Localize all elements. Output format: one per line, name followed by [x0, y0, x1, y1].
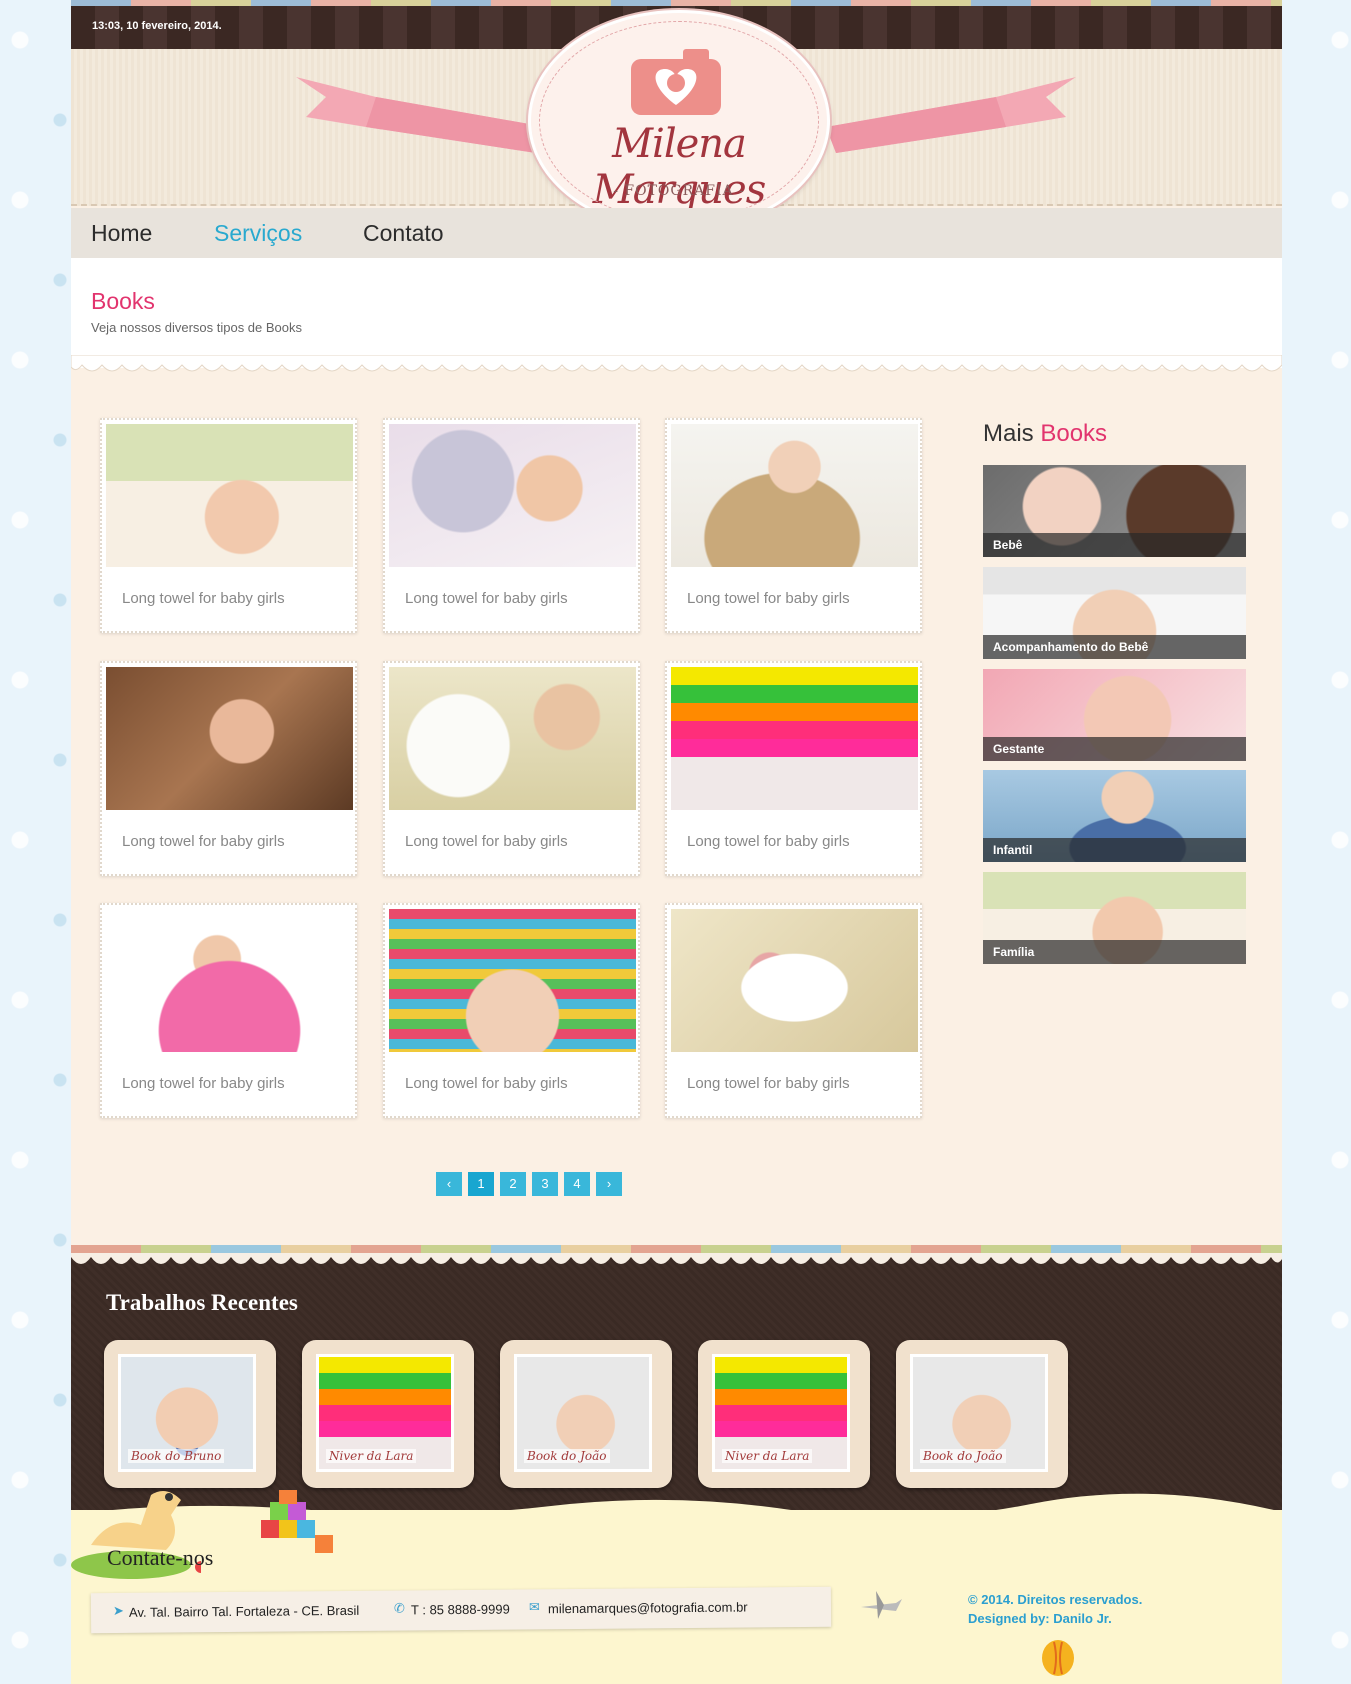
footer-copyright: © 2014. Direitos reservados.: [968, 1592, 1143, 1607]
gallery-photo-baby-with-white-bear[interactable]: [389, 667, 636, 810]
logo-name: Milena Marques: [592, 121, 767, 213]
contact-email[interactable]: milenamarques@fotografia.com.br: [548, 1599, 748, 1616]
sidebar-title-accent: Books: [1040, 420, 1108, 447]
gallery-card[interactable]: Long towel for baby girls: [383, 903, 640, 1118]
recent-work-caption: Niver da Lara: [326, 1449, 417, 1463]
recent-work-caption: Book do João: [524, 1449, 610, 1463]
nav-home[interactable]: Home: [91, 220, 152, 247]
gallery-caption: Long towel for baby girls: [687, 590, 850, 607]
page-header: Books Veja nossos diversos tipos de Book…: [71, 258, 1282, 368]
phone-icon: ✆: [393, 1601, 405, 1617]
gallery-photo-girl-with-plush[interactable]: [389, 424, 636, 567]
gallery-photo-baby-in-basket[interactable]: [671, 424, 918, 567]
pagination-page-4[interactable]: 4: [564, 1172, 590, 1196]
pagination-page-3[interactable]: 3: [532, 1172, 558, 1196]
ribbon-right-decoration: [826, 77, 1076, 153]
gallery-photo-stacking-rings[interactable]: [671, 667, 918, 810]
footer-designer: Designed by: Danilo Jr.: [968, 1611, 1112, 1626]
gallery-caption: Long towel for baby girls: [122, 833, 285, 850]
sidebar-item-bebe[interactable]: Bebê: [983, 465, 1246, 557]
footer-scallop: [71, 1253, 1282, 1264]
scallop-divider: [71, 355, 1282, 372]
gallery-card[interactable]: Long towel for baby girls: [665, 418, 922, 633]
page-container: 13:03, 10 fevereiro, 2014. Milena Marque…: [71, 0, 1282, 1684]
sidebar-title: Mais Books: [983, 420, 1107, 448]
gallery-card[interactable]: Long towel for baby girls: [383, 418, 640, 633]
toy-blocks-icon: [261, 1490, 333, 1553]
sidebar-item-label: Bebê: [983, 533, 1246, 557]
gallery-card[interactable]: Long towel for baby girls: [665, 661, 922, 876]
gallery-caption: Long towel for baby girls: [405, 1075, 568, 1092]
ribbon-left-decoration: [296, 77, 546, 153]
sidebar-item-label: Família: [983, 940, 1246, 964]
sidebar-item-acompanhamento[interactable]: Acompanhamento do Bebê: [983, 567, 1246, 659]
gallery-caption: Long towel for baby girls: [405, 833, 568, 850]
main-navigation: Home Serviços Contato: [71, 208, 1282, 258]
footer-credits: © 2014. Direitos reservados. Designed by…: [968, 1590, 1142, 1628]
nav-servicos[interactable]: Serviços: [214, 220, 302, 247]
recent-work-caption: Niver da Lara: [722, 1449, 813, 1463]
recent-works-title: Trabalhos Recentes: [106, 1290, 298, 1315]
gallery-card[interactable]: Long towel for baby girls: [665, 903, 922, 1118]
gallery-photo-baby-under-blanket[interactable]: [106, 424, 353, 567]
sidebar-item-familia[interactable]: Família: [983, 872, 1246, 964]
sidebar-item-label: Infantil: [983, 838, 1246, 862]
recent-work-item[interactable]: Niver da Lara: [698, 1340, 870, 1488]
gallery-photo-child-with-teddy-bears[interactable]: [106, 667, 353, 810]
contact-title: Contate-nos: [107, 1545, 214, 1570]
gallery-caption: Long towel for baby girls: [122, 590, 285, 607]
contact-info-bar: ➤ Av. Tal. Bairro Tal. Fortaleza - CE. B…: [90, 1586, 832, 1634]
recent-work-caption: Book do Bruno: [128, 1449, 225, 1463]
gallery-card[interactable]: Long towel for baby girls: [383, 661, 640, 876]
sidebar-item-infantil[interactable]: Infantil: [983, 770, 1246, 862]
recent-work-item[interactable]: Book do Bruno: [104, 1340, 276, 1488]
sidebar-item-gestante[interactable]: Gestante: [983, 669, 1246, 761]
gallery-photo-newborn-in-hammock[interactable]: [671, 909, 918, 1052]
gallery-caption: Long towel for baby girls: [687, 1075, 850, 1092]
contact-address: Av. Tal. Bairro Tal. Fortaleza - CE. Bra…: [128, 1602, 360, 1620]
gallery-caption: Long towel for baby girls: [122, 1075, 285, 1092]
gallery-photo-baby-knit-hat[interactable]: [389, 909, 636, 1052]
page-title: Books: [91, 288, 155, 314]
camera-heart-icon: [631, 49, 721, 115]
pagination-prev[interactable]: ‹: [436, 1172, 462, 1196]
site-logo[interactable]: Milena Marques - FOTOGRAFIA -: [528, 10, 830, 232]
page-subtitle: Veja nossos diversos tipos de Books: [91, 320, 303, 335]
recent-work-item[interactable]: Niver da Lara: [302, 1340, 474, 1488]
toy-airplane-icon: [861, 1591, 902, 1619]
nav-contato[interactable]: Contato: [363, 220, 444, 247]
recent-work-item[interactable]: Book do João: [500, 1340, 672, 1488]
sidebar-item-label: Gestante: [983, 737, 1246, 761]
gallery-card[interactable]: Long towel for baby girls: [100, 903, 357, 1118]
gallery-caption: Long towel for baby girls: [687, 833, 850, 850]
sidebar-item-label: Acompanhamento do Bebê: [983, 635, 1246, 659]
sidebar-title-plain: Mais: [983, 420, 1034, 447]
gallery-caption: Long towel for baby girls: [405, 590, 568, 607]
email-icon: ✉: [528, 1600, 540, 1616]
gallery-photo-girl-on-pink-umbrella[interactable]: [106, 909, 353, 1052]
recent-work-item[interactable]: Book do João: [896, 1340, 1068, 1488]
pagination-page-2[interactable]: 2: [500, 1172, 526, 1196]
logo-subtitle: - FOTOGRAFIA -: [613, 183, 745, 199]
date-time: 13:03, 10 fevereiro, 2014.: [92, 20, 222, 32]
pagination-page-1[interactable]: 1: [468, 1172, 494, 1196]
gallery-card[interactable]: Long towel for baby girls: [100, 418, 357, 633]
pagination-next[interactable]: ›: [596, 1172, 622, 1196]
recent-work-caption: Book do João: [920, 1449, 1006, 1463]
contact-phone: T : 85 8888-9999: [410, 1601, 510, 1618]
location-arrow-icon: ➤: [112, 1603, 124, 1620]
hot-air-balloon-icon: [1042, 1640, 1074, 1676]
gallery-card[interactable]: Long towel for baby girls: [100, 661, 357, 876]
